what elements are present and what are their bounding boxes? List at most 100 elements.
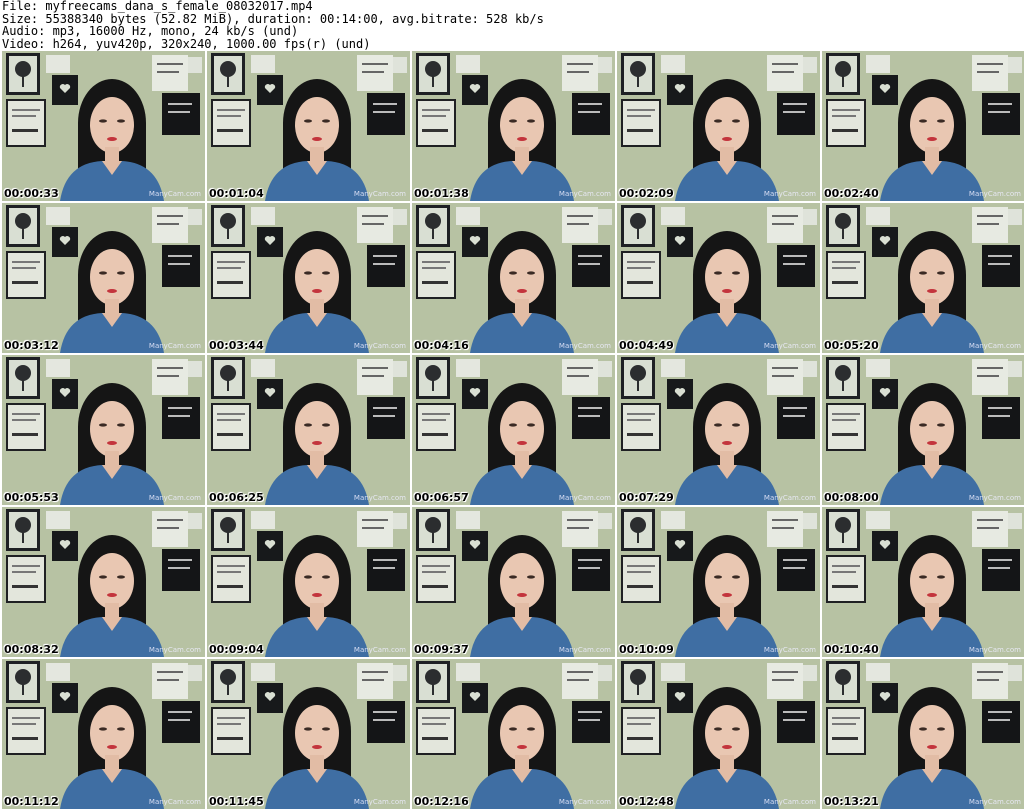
video-frame-image — [412, 507, 615, 657]
video-frame-image — [822, 203, 1024, 353]
video-frame-image — [617, 507, 820, 657]
video-thumbnail[interactable]: ManyCam.com 00:09:37 — [412, 507, 615, 657]
thumbnail-timestamp: 00:12:16 — [414, 795, 469, 808]
video-thumbnail[interactable]: ManyCam.com 00:10:09 — [617, 507, 820, 657]
thumbnail-timestamp: 00:08:32 — [4, 643, 59, 656]
thumbnail-timestamp: 00:10:09 — [619, 643, 674, 656]
watermark-text: ManyCam.com — [558, 494, 611, 502]
video-thumbnail[interactable]: ManyCam.com 00:04:16 — [412, 203, 615, 353]
watermark-text: ManyCam.com — [148, 342, 201, 350]
video-frame-image — [207, 659, 410, 809]
video-frame-image — [207, 507, 410, 657]
thumbnail-timestamp: 00:08:00 — [824, 491, 879, 504]
video-thumbnail[interactable]: ManyCam.com 00:09:04 — [207, 507, 410, 657]
video-frame-image — [2, 51, 205, 201]
video-frame-image — [207, 51, 410, 201]
video-thumbnail[interactable]: ManyCam.com 00:04:49 — [617, 203, 820, 353]
video-frame-image — [617, 51, 820, 201]
video-frame-image — [207, 203, 410, 353]
thumbnail-timestamp: 00:07:29 — [619, 491, 674, 504]
video-frame-image — [2, 659, 205, 809]
thumbnail-timestamp: 00:01:38 — [414, 187, 469, 200]
watermark-text: ManyCam.com — [968, 646, 1021, 654]
thumbnail-timestamp: 00:11:45 — [209, 795, 264, 808]
watermark-text: ManyCam.com — [968, 190, 1021, 198]
thumbnail-timestamp: 00:04:16 — [414, 339, 469, 352]
video-thumbnail[interactable]: ManyCam.com 00:12:16 — [412, 659, 615, 809]
thumbnail-timestamp: 00:02:40 — [824, 187, 879, 200]
thumbnail-grid: ManyCam.com 00:00:33 ManyCam.com 00:01:0… — [0, 51, 1024, 811]
watermark-text: ManyCam.com — [353, 798, 406, 806]
thumbnail-timestamp: 00:06:57 — [414, 491, 469, 504]
video-frame-image — [822, 507, 1024, 657]
thumbnail-timestamp: 00:01:04 — [209, 187, 264, 200]
video-thumbnail[interactable]: ManyCam.com 00:11:12 — [2, 659, 205, 809]
video-frame-image — [207, 355, 410, 505]
video-thumbnail[interactable]: ManyCam.com 00:06:25 — [207, 355, 410, 505]
watermark-text: ManyCam.com — [968, 494, 1021, 502]
video-frame-image — [412, 203, 615, 353]
video-frame-image — [2, 203, 205, 353]
thumbnail-timestamp: 00:12:48 — [619, 795, 674, 808]
video-frame-image — [412, 659, 615, 809]
watermark-text: ManyCam.com — [148, 190, 201, 198]
video-thumbnail[interactable]: ManyCam.com 00:03:12 — [2, 203, 205, 353]
video-thumbnail[interactable]: ManyCam.com 00:11:45 — [207, 659, 410, 809]
video-frame-image — [617, 659, 820, 809]
video-thumbnail[interactable]: ManyCam.com 00:05:20 — [822, 203, 1024, 353]
file-info-header: File: myfreecams_dana_s_female_08032017.… — [2, 0, 1022, 50]
video-thumbnail[interactable]: ManyCam.com 00:08:32 — [2, 507, 205, 657]
watermark-text: ManyCam.com — [353, 190, 406, 198]
video-frame-image — [822, 659, 1024, 809]
thumbnail-timestamp: 00:05:20 — [824, 339, 879, 352]
video-info-line: Video: h264, yuv420p, 320x240, 1000.00 f… — [2, 36, 371, 51]
thumbnail-timestamp: 00:10:40 — [824, 643, 879, 656]
watermark-text: ManyCam.com — [558, 646, 611, 654]
watermark-text: ManyCam.com — [148, 494, 201, 502]
file-name-line: File: myfreecams_dana_s_female_08032017.… — [2, 0, 313, 13]
video-frame-image — [822, 51, 1024, 201]
video-thumbnail[interactable]: ManyCam.com 00:02:40 — [822, 51, 1024, 201]
video-thumbnail[interactable]: ManyCam.com 00:13:21 — [822, 659, 1024, 809]
watermark-text: ManyCam.com — [148, 798, 201, 806]
watermark-text: ManyCam.com — [148, 646, 201, 654]
watermark-text: ManyCam.com — [558, 190, 611, 198]
watermark-text: ManyCam.com — [763, 342, 816, 350]
video-thumbnail[interactable]: ManyCam.com 00:00:33 — [2, 51, 205, 201]
watermark-text: ManyCam.com — [763, 190, 816, 198]
watermark-text: ManyCam.com — [558, 798, 611, 806]
thumbnail-timestamp: 00:03:12 — [4, 339, 59, 352]
video-thumbnail[interactable]: ManyCam.com 00:03:44 — [207, 203, 410, 353]
video-thumbnail[interactable]: ManyCam.com 00:07:29 — [617, 355, 820, 505]
video-frame-image — [617, 355, 820, 505]
video-thumbnail[interactable]: ManyCam.com 00:02:09 — [617, 51, 820, 201]
video-frame-image — [822, 355, 1024, 505]
thumbnail-timestamp: 00:04:49 — [619, 339, 674, 352]
video-thumbnail[interactable]: ManyCam.com 00:06:57 — [412, 355, 615, 505]
watermark-text: ManyCam.com — [763, 798, 816, 806]
thumbnail-timestamp: 00:06:25 — [209, 491, 264, 504]
thumbnail-timestamp: 00:02:09 — [619, 187, 674, 200]
thumbnail-timestamp: 00:09:37 — [414, 643, 469, 656]
video-thumbnail[interactable]: ManyCam.com 00:01:38 — [412, 51, 615, 201]
watermark-text: ManyCam.com — [763, 494, 816, 502]
thumbnail-timestamp: 00:09:04 — [209, 643, 264, 656]
watermark-text: ManyCam.com — [763, 646, 816, 654]
video-frame-image — [617, 203, 820, 353]
video-frame-image — [2, 507, 205, 657]
watermark-text: ManyCam.com — [353, 342, 406, 350]
thumbnail-timestamp: 00:05:53 — [4, 491, 59, 504]
watermark-text: ManyCam.com — [968, 798, 1021, 806]
thumbnail-timestamp: 00:13:21 — [824, 795, 879, 808]
video-frame-image — [412, 51, 615, 201]
audio-info-line: Audio: mp3, 16000 Hz, mono, 24 kb/s (und… — [2, 24, 299, 38]
thumbnail-timestamp: 00:03:44 — [209, 339, 264, 352]
video-thumbnail[interactable]: ManyCam.com 00:12:48 — [617, 659, 820, 809]
thumbnail-timestamp: 00:11:12 — [4, 795, 59, 808]
video-thumbnail[interactable]: ManyCam.com 00:05:53 — [2, 355, 205, 505]
video-thumbnail[interactable]: ManyCam.com 00:10:40 — [822, 507, 1024, 657]
video-frame-image — [2, 355, 205, 505]
video-thumbnail[interactable]: ManyCam.com 00:01:04 — [207, 51, 410, 201]
video-thumbnail[interactable]: ManyCam.com 00:08:00 — [822, 355, 1024, 505]
watermark-text: ManyCam.com — [558, 342, 611, 350]
